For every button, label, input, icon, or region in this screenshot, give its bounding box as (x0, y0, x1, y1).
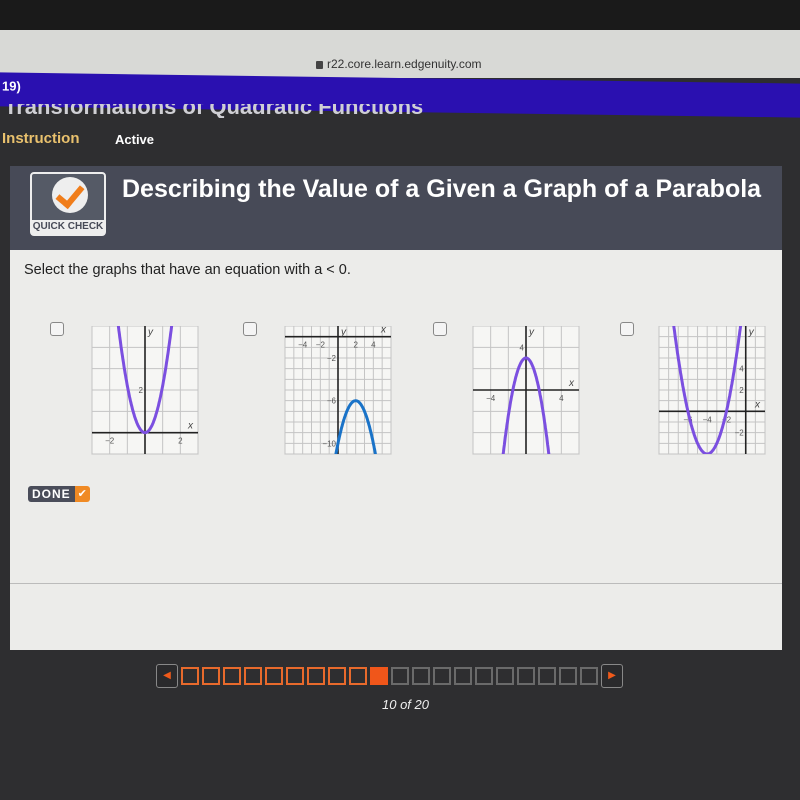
x-tick-label: −2 (105, 437, 115, 446)
done-button[interactable]: DONE ✔ (28, 486, 90, 502)
next-button[interactable]: ▶ (601, 664, 623, 688)
x-tick-label: −2 (316, 341, 326, 350)
lock-icon (316, 61, 323, 69)
page-indicator[interactable] (580, 667, 598, 685)
x-tick-label: 4 (559, 394, 564, 403)
y-tick-label: −2 (735, 429, 745, 438)
previous-button[interactable]: ◀ (156, 664, 178, 688)
question-panel: Select the graphs that have an equation … (10, 250, 782, 650)
page-indicator[interactable] (412, 667, 430, 685)
y-tick-label: 4 (739, 365, 744, 374)
option-checkbox-3[interactable] (433, 322, 447, 336)
x-axis-label: x (568, 378, 575, 389)
url-bar[interactable]: r22.core.learn.edgenuity.com (316, 57, 482, 71)
page-indicator[interactable] (286, 667, 304, 685)
graph-option-3[interactable]: x y −4 4 4 (461, 326, 591, 456)
page-indicator[interactable] (265, 667, 283, 685)
page-indicator[interactable] (328, 667, 346, 685)
y-axis-label: y (147, 327, 154, 338)
option-checkbox-1[interactable] (50, 322, 64, 336)
browser-bar: r22.core.learn.edgenuity.com (0, 0, 800, 78)
y-tick-label: 2 (739, 386, 744, 395)
y-axis-label: y (340, 327, 347, 338)
x-tick-label: −4 (703, 415, 713, 424)
check-icon: ✔ (74, 486, 90, 502)
x-tick-label: −4 (486, 394, 496, 403)
graph-option-1[interactable]: x y −2 2 2 (80, 326, 210, 456)
page-indicator[interactable] (349, 667, 367, 685)
url-text: r22.core.learn.edgenuity.com (327, 57, 482, 71)
badge-label: QUICK CHECK (32, 220, 104, 234)
pagination: ◀ ▶ (156, 664, 623, 688)
y-axis-label: y (528, 327, 535, 338)
page-indicator[interactable] (202, 667, 220, 685)
x-tick-label: −4 (298, 341, 308, 350)
page-title: Describing the Value of a Given a Graph … (122, 175, 762, 203)
page-indicator[interactable] (370, 667, 388, 685)
x-tick-label: 4 (371, 341, 376, 350)
x-axis-label: x (187, 421, 194, 432)
option-checkbox-2[interactable] (243, 322, 257, 336)
page-counter: 10 of 20 (382, 697, 429, 712)
quick-check-badge: QUICK CHECK (30, 172, 106, 236)
page-indicator[interactable] (496, 667, 514, 685)
page-indicator[interactable] (454, 667, 472, 685)
option-checkbox-4[interactable] (620, 322, 634, 336)
page-indicator[interactable] (559, 667, 577, 685)
x-tick-label: 2 (178, 437, 183, 446)
x-tick-label: 2 (353, 341, 358, 350)
page-indicator[interactable] (307, 667, 325, 685)
top-nav-label: 19) (2, 78, 21, 94)
page-indicator[interactable] (223, 667, 241, 685)
page-indicator[interactable] (538, 667, 556, 685)
page-indicator[interactable] (391, 667, 409, 685)
y-tick-label: −6 (327, 397, 337, 406)
question-prompt: Select the graphs that have an equation … (24, 262, 351, 278)
page-indicator[interactable] (433, 667, 451, 685)
x-axis-label: x (754, 399, 761, 410)
page-indicator[interactable] (517, 667, 535, 685)
page-indicator[interactable] (181, 667, 199, 685)
page-indicator[interactable] (244, 667, 262, 685)
y-tick-label: −2 (327, 354, 337, 363)
course-title: Transformations of Quadratic Functions (4, 104, 424, 118)
graph-option-4[interactable]: xy−6 −4 −242−2 (647, 326, 777, 456)
graph-option-2[interactable]: x y −4 −2 2 4 −2 −6 −10 (273, 326, 403, 456)
activity-header: QUICK CHECK Describing the Value of a Gi… (10, 166, 782, 250)
status-label: Active (115, 132, 155, 147)
done-label: DONE (28, 486, 75, 502)
x-axis-label: x (380, 326, 387, 336)
tab-instruction[interactable]: Instruction (2, 130, 80, 147)
divider (10, 583, 782, 584)
y-axis-label: y (748, 327, 755, 338)
checkmark-icon (52, 177, 88, 213)
y-tick-label: 4 (520, 343, 525, 352)
y-tick-label: −10 (322, 439, 336, 448)
page-indicator[interactable] (475, 667, 493, 685)
y-tick-label: 2 (139, 386, 144, 395)
